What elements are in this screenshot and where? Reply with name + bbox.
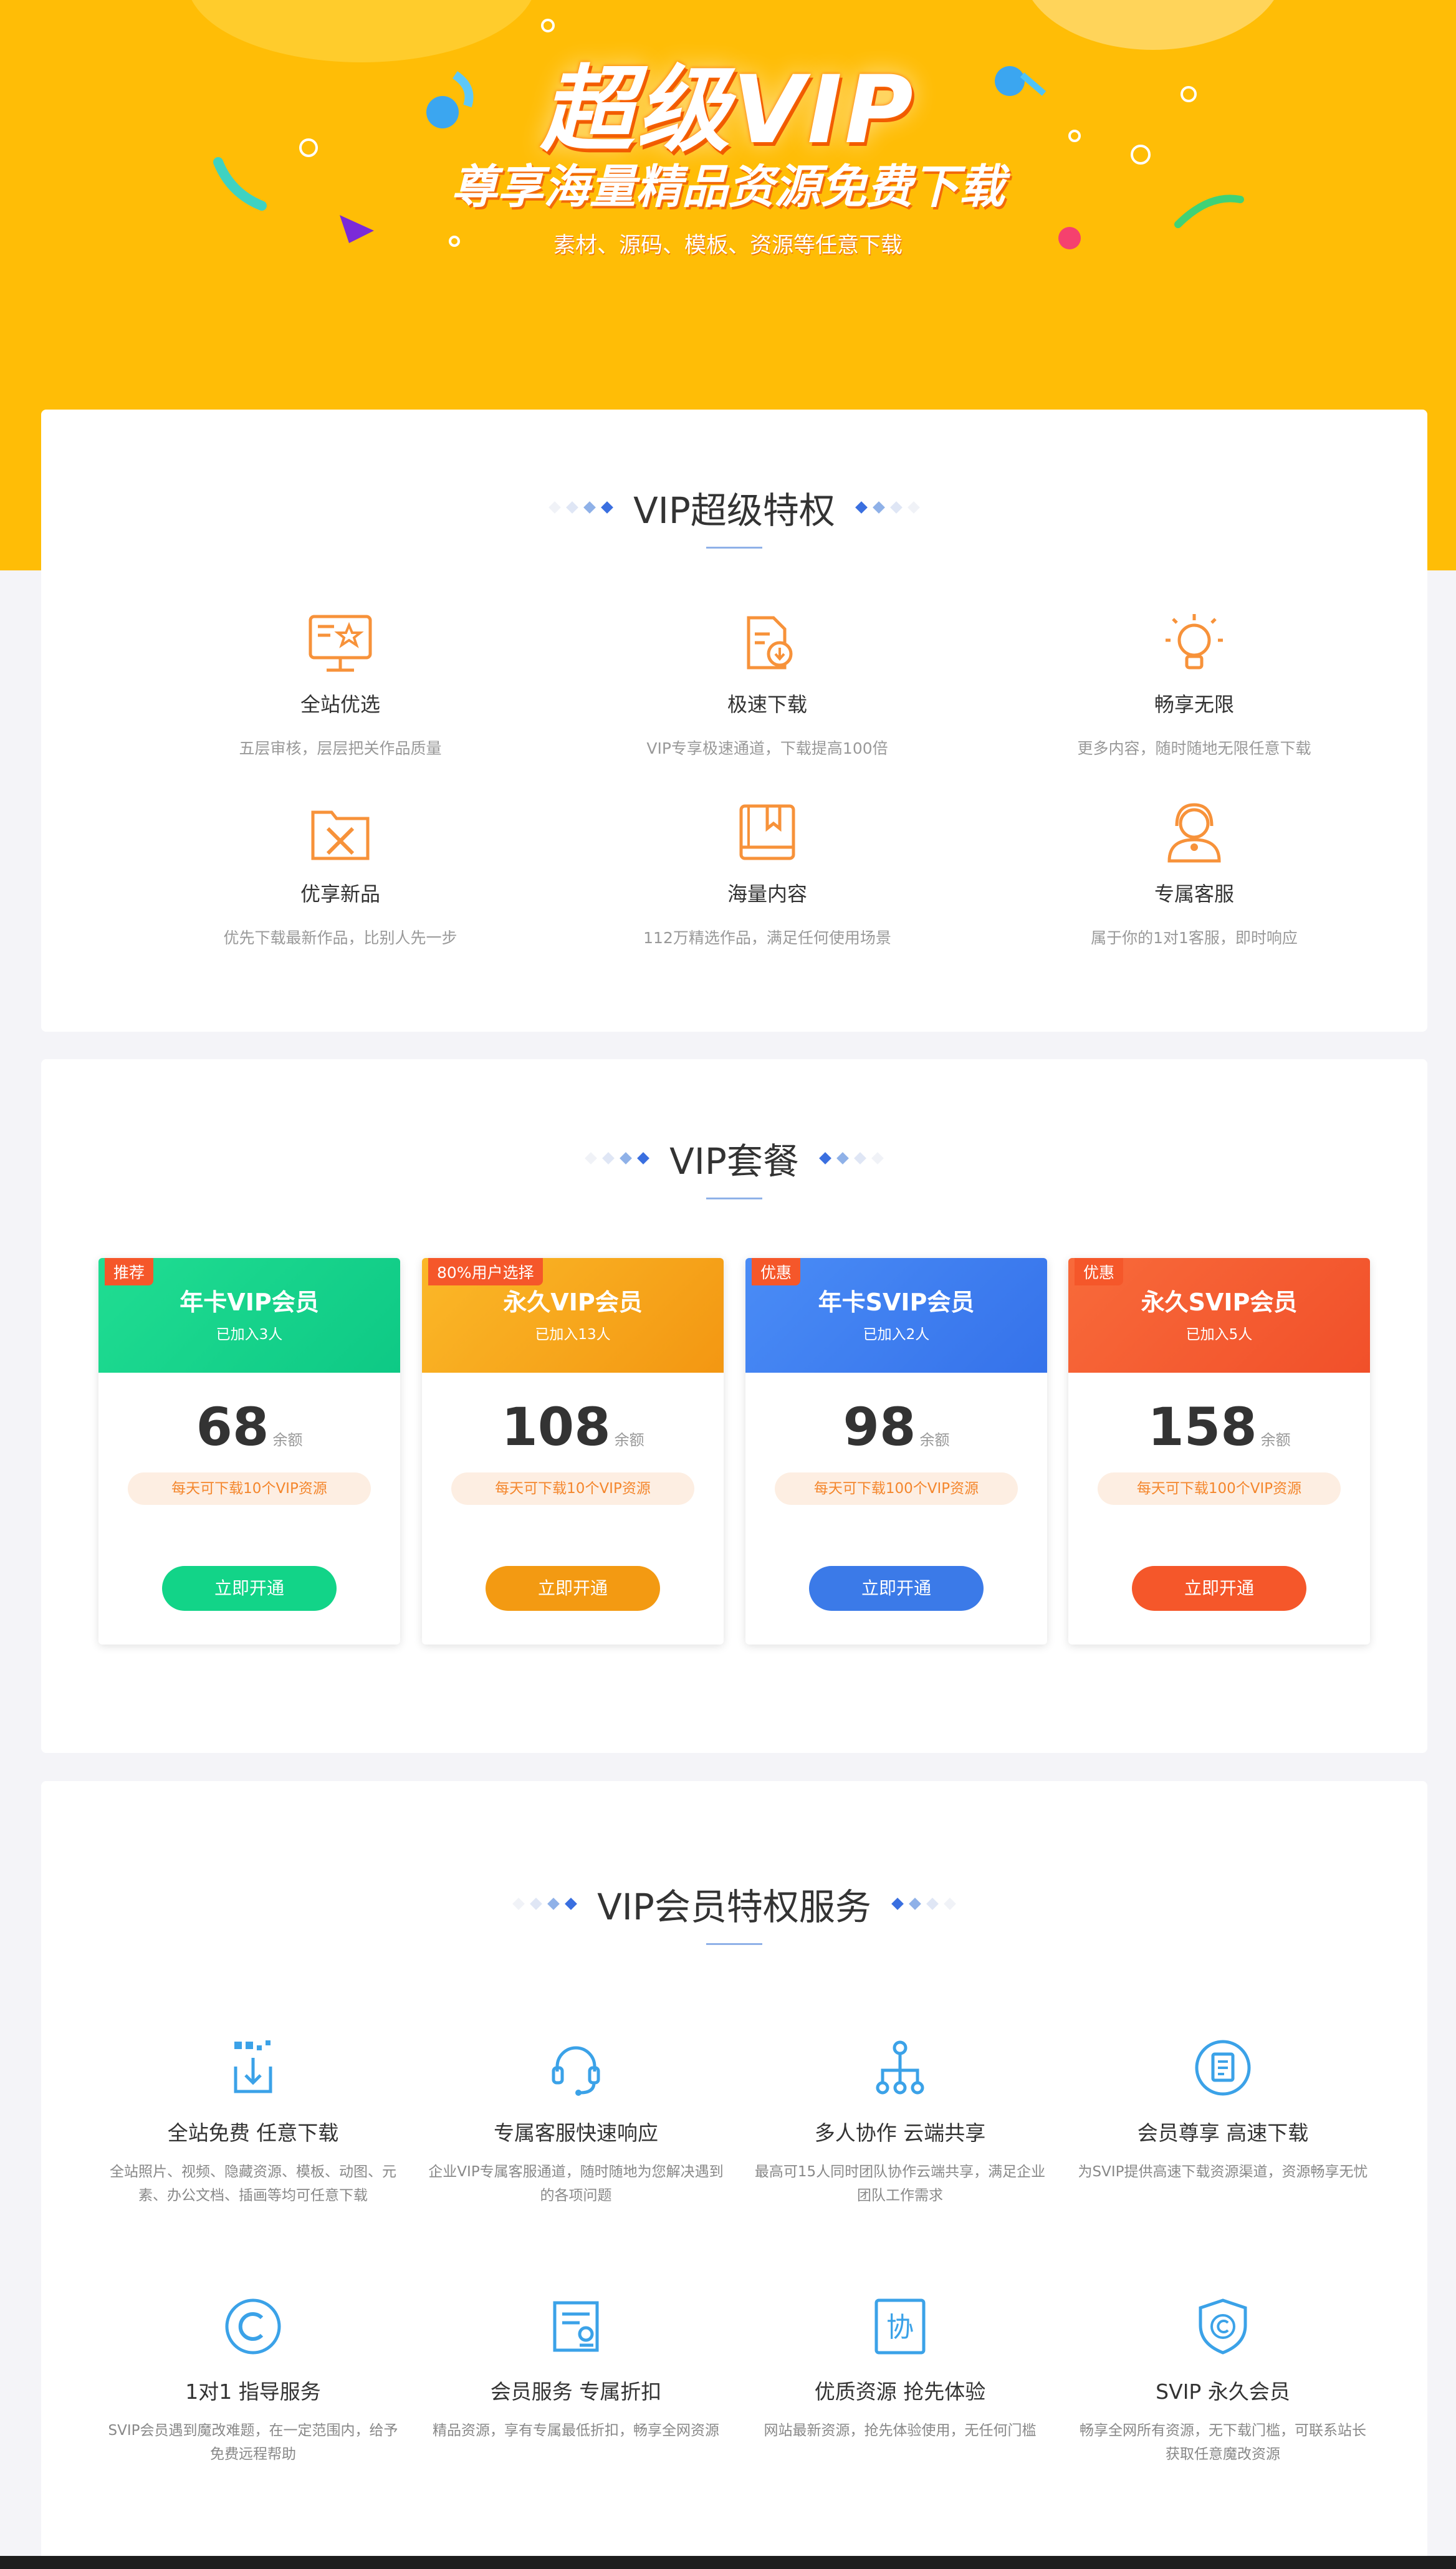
plan-header: 推荐 年卡VIP会员 已加入3人 <box>98 1258 400 1373</box>
privilege-item: 极速下载 VIP专享极速通道，下载提高100倍 <box>574 609 960 759</box>
plan-quota: 每天可下载10个VIP资源 <box>128 1472 371 1505</box>
plan-tag: 推荐 <box>105 1258 154 1285</box>
decor-dots-right <box>817 1152 886 1164</box>
support-agent-icon <box>1157 799 1232 867</box>
copyright-icon <box>222 2295 284 2358</box>
monitor-star-icon <box>303 609 378 678</box>
folder-tools-icon <box>303 799 378 867</box>
section-title: VIP会员特权服务 <box>597 1886 871 1928</box>
plan-price: 68 余额 <box>196 1396 303 1457</box>
decor-dots-left <box>510 1898 580 1910</box>
title-underline <box>706 1943 762 1945</box>
plan-card: 优惠 年卡SVIP会员 已加入2人 98 余额 每天可下载100个VIP资源 立即… <box>745 1258 1047 1645</box>
decor-dots-right <box>889 1898 959 1910</box>
section-title: VIP套餐 <box>669 1140 799 1183</box>
service-item: 全站免费 任意下载 全站照片、视频、隐藏资源、模板、动图、元素、办公文档、插画等… <box>103 2037 403 2207</box>
team-tree-icon <box>869 2037 931 2099</box>
fast-download-icon <box>730 609 805 678</box>
plan-joined: 已加入13人 <box>535 1327 611 1343</box>
service-item: 多人协作 云端共享 最高可15人同时团队协作云端共享，满足企业团队工作需求 <box>750 2037 1050 2207</box>
section-title: VIP超级特权 <box>633 489 835 532</box>
decor-dots-right <box>853 501 922 514</box>
lightbulb-icon <box>1157 609 1232 678</box>
plan-card: 80%用户选择 永久VIP会员 已加入13人 108 余额 每天可下载10个VIP… <box>422 1258 724 1645</box>
plan-joined: 已加入2人 <box>863 1327 930 1343</box>
plan-tag: 80%用户选择 <box>428 1258 543 1285</box>
open-plan-button[interactable]: 立即开通 <box>1132 1566 1306 1611</box>
plan-tag: 优惠 <box>752 1258 801 1285</box>
service-item: 专属客服快速响应 企业VIP专属客服通道，随时随地为您解决遇到的各项问题 <box>426 2037 726 2207</box>
service-item: 协 优质资源 抢先体验 网站最新资源，抢先体验使用，无任何门槛 <box>750 2295 1050 2442</box>
download-tray-icon <box>222 2037 284 2099</box>
document-circle-icon <box>1192 2037 1254 2099</box>
services-section: VIP会员特权服务 全站免费 任意下载 全站照片、视频、隐藏资源、模板、动图、元… <box>41 1781 1427 2556</box>
book-icon <box>730 799 805 867</box>
plan-card: 推荐 年卡VIP会员 已加入3人 68 余额 每天可下载10个VIP资源 立即开通 <box>98 1258 400 1645</box>
plan-joined: 已加入5人 <box>1185 1327 1253 1343</box>
plan-price: 98 余额 <box>843 1396 950 1457</box>
cooperate-icon: 协 <box>869 2295 931 2358</box>
privileges-section: VIP超级特权 全站优选 五层审核，层层把关作品质量 极速下载 VIP专享极速通… <box>41 410 1427 1032</box>
plan-quota: 每天可下载100个VIP资源 <box>775 1472 1018 1505</box>
hero-tagline: 素材、源码、模板、资源等任意下载 <box>553 233 903 258</box>
privilege-item: 畅享无限 更多内容，随时随地无限任意下载 <box>1001 609 1387 759</box>
open-plan-button[interactable]: 立即开通 <box>162 1566 337 1611</box>
plan-header: 优惠 永久SVIP会员 已加入5人 <box>1068 1258 1370 1373</box>
plan-tag: 优惠 <box>1075 1258 1124 1285</box>
shield-copyright-icon <box>1192 2295 1254 2358</box>
plan-card: 优惠 永久SVIP会员 已加入5人 158 余额 每天可下载100个VIP资源 立… <box>1068 1258 1370 1645</box>
open-plan-button[interactable]: 立即开通 <box>809 1566 984 1611</box>
hero-subtitle: 尊享海量精品资源免费下载 <box>451 160 1005 214</box>
privilege-item: 全站优选 五层审核，层层把关作品质量 <box>147 609 534 759</box>
certificate-icon <box>545 2295 607 2358</box>
open-plan-button[interactable]: 立即开通 <box>486 1566 660 1611</box>
svg-text:协: 协 <box>886 2312 914 2343</box>
packages-section: VIP套餐 推荐 年卡VIP会员 已加入3人 68 余额 每天可下载10个VIP资… <box>41 1059 1427 1753</box>
plan-price: 158 余额 <box>1147 1396 1291 1457</box>
plan-quota: 每天可下载10个VIP资源 <box>451 1472 694 1505</box>
service-item: SVIP 永久会员 畅享全网所有资源，无下载门槛，可联系站长获取任意魔改资源 <box>1073 2295 1372 2466</box>
privilege-item: 优享新品 优先下载最新作品，比别人先一步 <box>147 799 534 948</box>
title-underline <box>706 547 762 549</box>
plan-header: 80%用户选择 永久VIP会员 已加入13人 <box>422 1258 724 1373</box>
plan-quota: 每天可下载100个VIP资源 <box>1098 1472 1341 1505</box>
service-item: 会员尊享 高速下载 为SVIP提供高速下载资源渠道，资源畅享无忧 <box>1073 2037 1372 2184</box>
plan-price: 108 余额 <box>501 1396 644 1457</box>
service-item: 1对1 指导服务 SVIP会员遇到魔改难题，在一定范围内，给予免费远程帮助 <box>103 2295 403 2466</box>
plan-header: 优惠 年卡SVIP会员 已加入2人 <box>745 1258 1047 1373</box>
decor-dots-left <box>582 1152 652 1164</box>
headset-icon <box>545 2037 607 2099</box>
title-underline <box>706 1198 762 1199</box>
footer-bar <box>0 2556 1456 2569</box>
privilege-item: 专属客服 属于你的1对1客服，即时响应 <box>1001 799 1387 948</box>
plan-joined: 已加入3人 <box>216 1327 283 1343</box>
service-item: 会员服务 专属折扣 精品资源，享有专属最低折扣，畅享全网资源 <box>426 2295 726 2442</box>
privilege-item: 海量内容 112万精选作品，满足任何使用场景 <box>574 799 960 948</box>
decor-dots-left <box>546 501 616 514</box>
